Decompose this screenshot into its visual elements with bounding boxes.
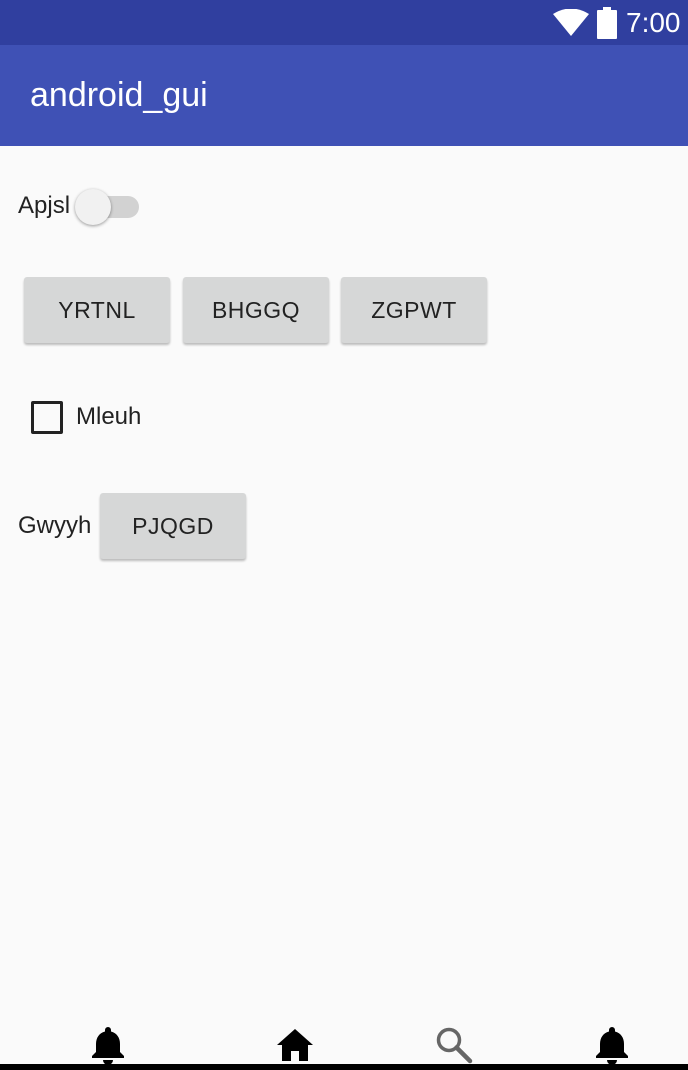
pjqgd-button[interactable]: PJQGD	[100, 493, 246, 559]
screen: 7:00 android_gui Apjsl YRTNL BHGGQ ZGPWT…	[0, 0, 688, 1070]
app-bar: android_gui	[0, 45, 688, 146]
switch-label: Apjsl	[18, 192, 71, 219]
apjsl-switch[interactable]	[73, 187, 139, 227]
bhggq-button[interactable]: BHGGQ	[183, 277, 329, 343]
status-bar: 7:00	[0, 0, 688, 45]
bell-icon[interactable]	[592, 1025, 632, 1065]
search-icon[interactable]	[434, 1025, 474, 1065]
gwyyh-label: Gwyyh	[18, 512, 92, 539]
app-title: android_gui	[30, 76, 208, 114]
bell-icon[interactable]	[88, 1025, 128, 1065]
switch-thumb	[75, 189, 111, 225]
mleuh-checkbox[interactable]	[31, 401, 63, 434]
yrtnl-button[interactable]: YRTNL	[24, 277, 170, 343]
home-icon[interactable]	[275, 1025, 315, 1065]
checkbox-label: Mleuh	[76, 403, 142, 430]
zgpwt-button[interactable]: ZGPWT	[341, 277, 487, 343]
bottom-nav	[0, 1015, 688, 1070]
battery-icon	[597, 7, 617, 39]
wifi-icon	[553, 9, 589, 36]
bottom-edge	[0, 1064, 688, 1070]
status-time: 7:00	[626, 7, 681, 38]
